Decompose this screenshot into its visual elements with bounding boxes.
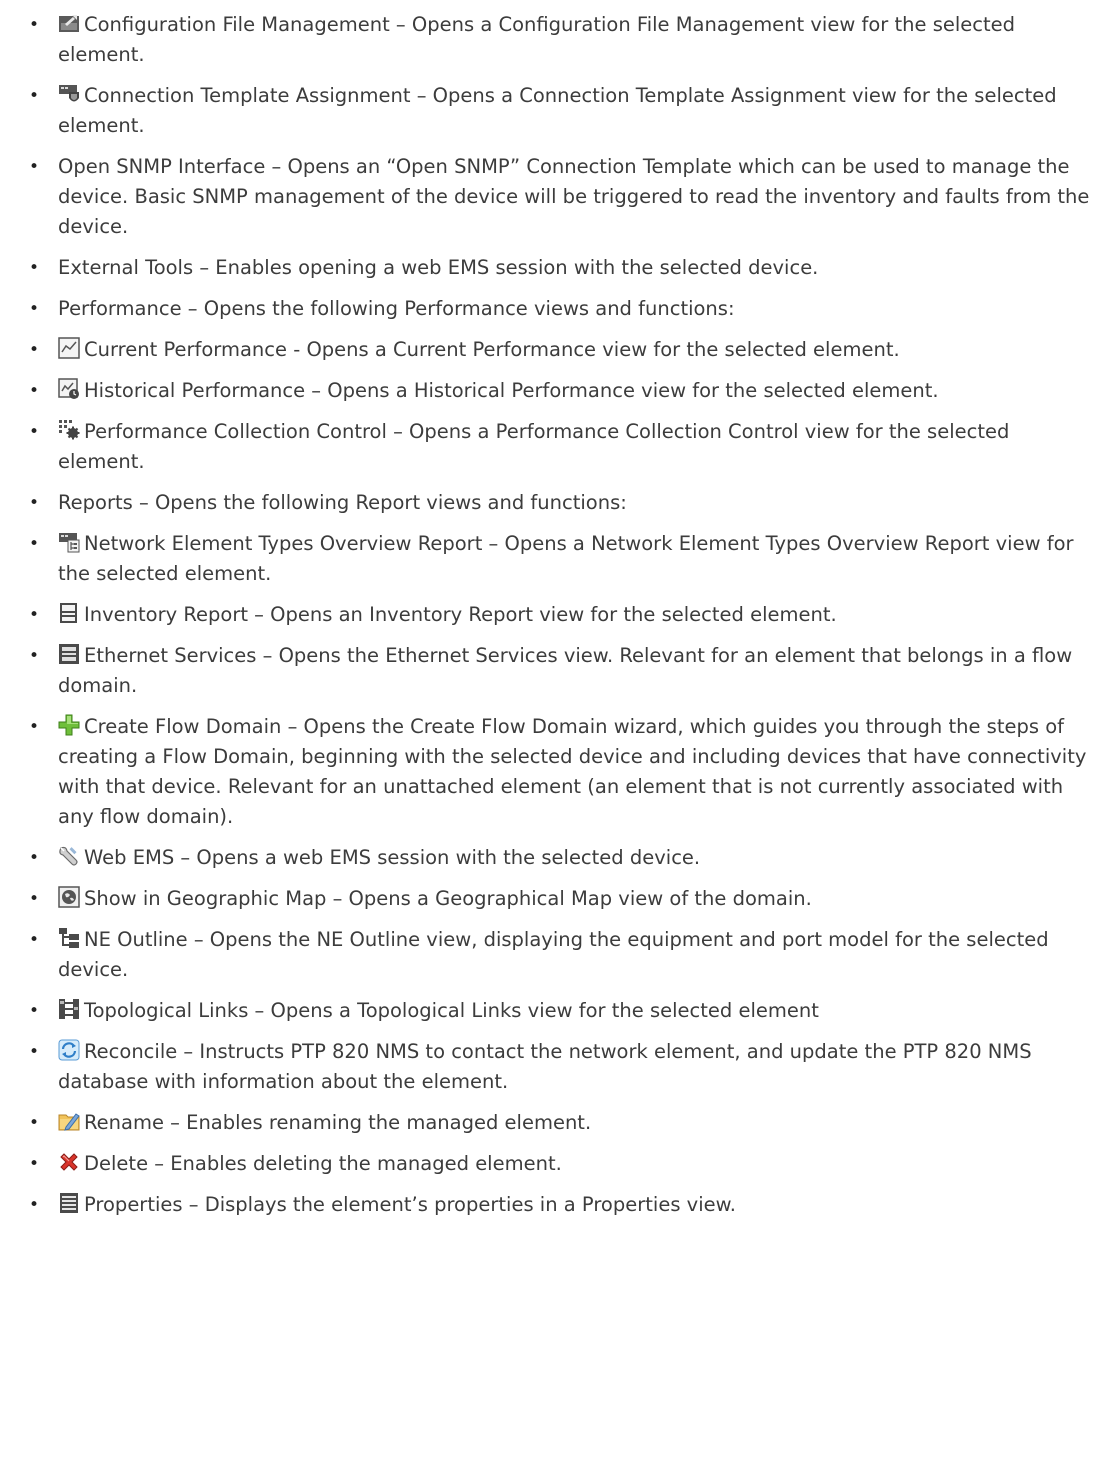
create-flow-domain-icon <box>58 714 80 736</box>
list-item: • Historical Performance – Opens a Histo… <box>0 376 1112 406</box>
list-item: • Ethernet Services – Opens the Ethernet… <box>0 641 1112 701</box>
topological-links-icon <box>58 998 80 1020</box>
wrench-icon <box>58 845 80 867</box>
item-text: Historical Performance – Opens a Histori… <box>84 379 939 402</box>
inventory-report-icon <box>58 602 80 624</box>
list-item: • Show in Geographic Map – Opens a Geogr… <box>0 884 1112 914</box>
delete-icon <box>58 1151 80 1173</box>
bullet-marker: • <box>29 340 40 360</box>
ethernet-services-icon <box>58 643 80 665</box>
list-item: • Delete – Enables deleting the managed … <box>0 1149 1112 1179</box>
bullet-marker: • <box>29 848 40 868</box>
list-item: • Network Element Types Overview Report … <box>0 529 1112 589</box>
bullet-marker: • <box>29 534 40 554</box>
list-item: • Performance – Opens the following Perf… <box>0 294 1112 324</box>
list-item: • Create Flow Domain – Opens the Create … <box>0 712 1112 832</box>
item-text: Create Flow Domain – Opens the Create Fl… <box>58 715 1087 828</box>
item-text: Inventory Report – Opens an Inventory Re… <box>84 603 837 626</box>
item-text: NE Outline – Opens the NE Outline view, … <box>58 928 1049 981</box>
reconcile-icon <box>58 1039 80 1061</box>
item-text: Current Performance - Opens a Current Pe… <box>84 338 900 361</box>
bullet-list: • Configuration File Management – Opens … <box>0 10 1112 1220</box>
item-text: Reports – Opens the following Report vie… <box>58 491 627 514</box>
bullet-marker: • <box>29 493 40 513</box>
bullet-marker: • <box>29 1154 40 1174</box>
bullet-marker: • <box>29 930 40 950</box>
list-item: • Connection Template Assignment – Opens… <box>0 81 1112 141</box>
item-text: Performance – Opens the following Perfor… <box>58 297 735 320</box>
list-item: • Properties – Displays the element’s pr… <box>0 1190 1112 1220</box>
item-text: Connection Template Assignment – Opens a… <box>58 84 1057 137</box>
list-item: • Configuration File Management – Opens … <box>0 10 1112 70</box>
bullet-marker: • <box>29 299 40 319</box>
item-text: Properties – Displays the element’s prop… <box>84 1193 736 1216</box>
bullet-marker: • <box>29 15 40 35</box>
current-performance-icon <box>58 337 80 359</box>
bullet-marker: • <box>29 157 40 177</box>
list-item: • External Tools – Enables opening a web… <box>0 253 1112 283</box>
list-item: • Performance Collection Control – Opens… <box>0 417 1112 477</box>
item-text: External Tools – Enables opening a web E… <box>58 256 819 279</box>
item-text: Open SNMP Interface – Opens an “Open SNM… <box>58 155 1090 238</box>
performance-collection-icon <box>58 419 80 441</box>
bullet-marker: • <box>29 86 40 106</box>
list-item: • Web EMS – Opens a web EMS session with… <box>0 843 1112 873</box>
bullet-marker: • <box>29 1042 40 1062</box>
item-text: Reconcile – Instructs PTP 820 NMS to con… <box>58 1040 1032 1093</box>
document-page: • Configuration File Management – Opens … <box>0 0 1112 1467</box>
ne-outline-icon <box>58 927 80 949</box>
connection-template-icon <box>58 83 80 105</box>
rename-icon <box>58 1110 80 1132</box>
bullet-marker: • <box>29 422 40 442</box>
list-item: • Reports – Opens the following Report v… <box>0 488 1112 518</box>
bullet-marker: • <box>29 1113 40 1133</box>
bullet-marker: • <box>29 605 40 625</box>
item-text: Configuration File Management – Opens a … <box>58 13 1016 66</box>
list-item: • Rename – Enables renaming the managed … <box>0 1108 1112 1138</box>
historical-performance-icon <box>58 378 80 400</box>
bullet-marker: • <box>29 258 40 278</box>
item-text: Rename – Enables renaming the managed el… <box>84 1111 592 1134</box>
ne-types-report-icon <box>58 531 80 553</box>
item-text: Show in Geographic Map – Opens a Geograp… <box>84 887 812 910</box>
list-item: • Current Performance - Opens a Current … <box>0 335 1112 365</box>
item-text: Topological Links – Opens a Topological … <box>84 999 819 1022</box>
bullet-marker: • <box>29 1001 40 1021</box>
bullet-marker: • <box>29 646 40 666</box>
item-text: Network Element Types Overview Report – … <box>58 532 1074 585</box>
list-item: • Inventory Report – Opens an Inventory … <box>0 600 1112 630</box>
globe-icon <box>58 886 80 908</box>
list-item: • Open SNMP Interface – Opens an “Open S… <box>0 152 1112 242</box>
list-item: • Reconcile – Instructs PTP 820 NMS to c… <box>0 1037 1112 1097</box>
list-item: • NE Outline – Opens the NE Outline view… <box>0 925 1112 985</box>
properties-icon <box>58 1192 80 1214</box>
item-text: Performance Collection Control – Opens a… <box>58 420 1010 473</box>
config-file-icon <box>58 12 80 34</box>
bullet-marker: • <box>29 381 40 401</box>
bullet-marker: • <box>29 717 40 737</box>
item-text: Delete – Enables deleting the managed el… <box>84 1152 562 1175</box>
bullet-marker: • <box>29 1195 40 1215</box>
item-text: Ethernet Services – Opens the Ethernet S… <box>58 644 1073 697</box>
bullet-marker: • <box>29 889 40 909</box>
item-text: Web EMS – Opens a web EMS session with t… <box>84 846 701 869</box>
list-item: • Topological Links – Opens a Topologica… <box>0 996 1112 1026</box>
